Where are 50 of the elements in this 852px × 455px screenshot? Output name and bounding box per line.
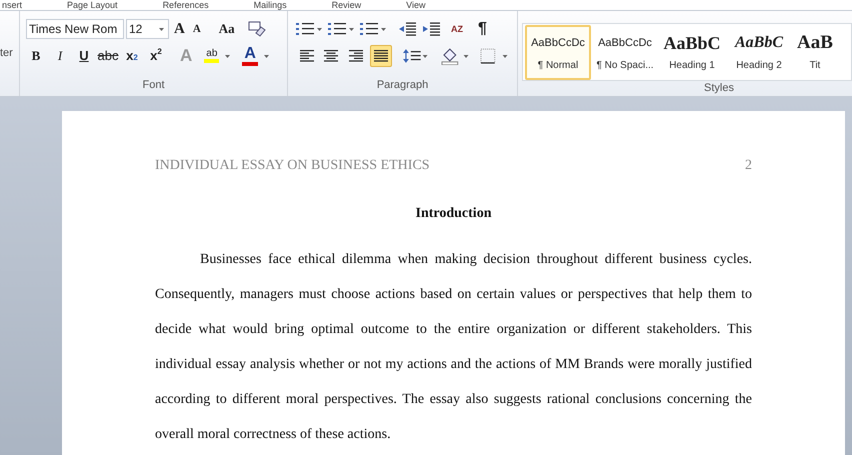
align-left-icon <box>298 48 315 64</box>
font-size-field[interactable]: 12 <box>126 19 169 39</box>
grow-font-button[interactable]: A <box>171 18 188 40</box>
sort-button[interactable]: AZ <box>450 25 464 33</box>
multilevel-list-icon[interactable] <box>360 22 386 36</box>
align-right-icon <box>348 48 364 64</box>
bullets-icon[interactable] <box>296 22 322 36</box>
ribbon-tab[interactable]: nsert <box>2 0 22 10</box>
change-case-button[interactable]: Aa <box>216 19 238 39</box>
style-gallery-item[interactable]: AaBbCcDc ¶ No Spaci... <box>592 25 658 80</box>
align-center-icon <box>323 48 340 64</box>
borders-icon[interactable] <box>480 47 509 65</box>
style-gallery-item[interactable]: AaBbCcDc ¶ Normal <box>525 25 591 80</box>
styles-group-label: Styles <box>704 81 735 95</box>
caret-icon <box>225 54 230 58</box>
section-heading: Introduction <box>416 206 492 221</box>
page-number: 2 <box>745 157 752 175</box>
line-spacing-icon[interactable] <box>402 48 428 64</box>
font-color-button[interactable]: A <box>242 46 258 66</box>
caret-icon <box>264 54 269 58</box>
ribbon-tab[interactable]: Page Layout <box>67 0 118 10</box>
ribbon-tab[interactable]: Review <box>332 0 362 10</box>
shrink-font-button[interactable]: A <box>190 20 204 38</box>
highlight-button[interactable]: ab <box>204 49 220 63</box>
font-group-label: Font <box>142 78 164 92</box>
shading-icon[interactable] <box>441 47 471 65</box>
body-paragraph: Businesses face ethical dilemma when making decision throughout different business cycles. Consequently, managers must choose actions based on certain values or perspectives that help them to decide what would bring optimal outcome to the entire organization or different stakeholders. This individual essay analysis whether or not my actions and the actions of MM Brands were morally justified according to different moral perspectives. The essay also suggests rational conclusions concerning the overall moral correctness of these actions. <box>155 251 752 444</box>
page-header-text: INDIVIDUAL ESSAY ON BUSINESS ETHICS <box>155 157 430 175</box>
ribbon-tab[interactable]: Mailings <box>254 0 287 10</box>
ribbon-tab[interactable]: References <box>162 0 209 10</box>
clipboard-label: ter <box>0 46 14 62</box>
underline-button[interactable]: U <box>74 46 94 66</box>
decrease-indent-icon[interactable] <box>398 22 416 36</box>
show-formatting-button[interactable]: ¶ <box>478 17 487 41</box>
strike-button[interactable]: abc <box>98 46 118 66</box>
sup-button[interactable]: x$^{2}$ <box>146 46 166 66</box>
ribbon-tab[interactable]: View <box>406 0 426 10</box>
increase-indent-icon[interactable] <box>422 22 440 36</box>
style-gallery-item[interactable]: AaB Tit <box>793 25 837 80</box>
italic-button[interactable]: I <box>50 46 70 66</box>
style-gallery-item[interactable]: AaBbC Heading 2 <box>726 25 792 80</box>
alignment-button[interactable] <box>370 45 392 67</box>
align-justify-icon <box>372 48 389 64</box>
paragraph-group-label: Paragraph <box>376 78 428 92</box>
clear-formatting-icon[interactable] <box>248 21 266 37</box>
style-gallery-item[interactable]: AaBbC Heading 1 <box>659 25 725 80</box>
font-name-field[interactable]: Times New Rom <box>26 19 124 39</box>
caret-icon <box>159 28 164 30</box>
numbering-icon[interactable] <box>328 22 354 36</box>
bold-button[interactable]: B <box>26 46 46 66</box>
